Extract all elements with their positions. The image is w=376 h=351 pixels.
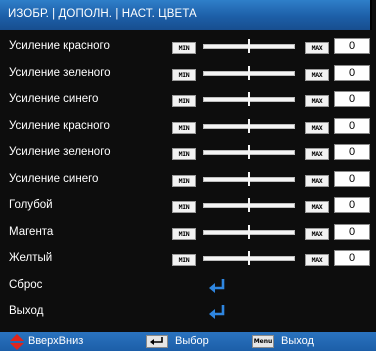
value-box: 0 [334,250,370,266]
min-icon: MIN [172,254,196,266]
menu-header: ИЗОБР. | ДОПОЛН. | НАСТ. ЦВЕТА [0,0,372,30]
action-label: Сброс [9,278,43,291]
slider-thumb[interactable] [248,224,250,239]
hint-updown-label: ВверхВниз [28,335,84,347]
min-icon: MIN [172,121,196,134]
slider-row[interactable]: Магента MIN MAX 0 [0,220,370,247]
setting-label: Усиление синего [9,172,99,185]
min-icon: MIN [172,148,196,160]
settings-list: Усиление красного MIN MAX 0 Усиление зеленог… [0,34,370,326]
osd-menu: ИЗОБР. | ДОПОЛН. | НАСТ. ЦВЕТА Усиление … [0,0,376,351]
value-box: 0 [334,223,370,240]
value-box: 0 [334,144,370,160]
slider-thumb[interactable] [248,198,250,212]
slider-thumb[interactable] [248,145,250,159]
setting-label: Усиление красного [9,40,110,52]
hint-exit: Menu Выход [252,332,352,351]
setting-label: Усиление красного [9,119,110,132]
slider-row[interactable]: Усиление синего MIN MAX 0 [0,167,370,194]
setting-label: Усиление зеленого [9,66,111,79]
min-icon: MIN [172,42,196,54]
max-icon: MAX [305,201,329,213]
value-box: 0 [334,64,370,81]
max-icon: MAX [305,254,329,266]
enter-arrow-icon[interactable] [208,278,226,294]
value-box: 0 [334,197,370,213]
max-icon: MAX [305,227,329,240]
slider-row[interactable]: Усиление зеленого MIN MAX 0 [0,61,370,88]
hint-updown: ВверхВниз [8,332,128,351]
enter-key-icon [146,335,168,348]
min-icon: MIN [172,95,196,107]
slider-thumb[interactable] [248,251,250,265]
action-row[interactable]: Сброс [0,273,370,300]
setting-label: Голубой [9,199,53,211]
value-box: 0 [334,117,370,134]
hint-bar: ВверхВниз Выбор Menu Выход [0,332,376,351]
slider-thumb[interactable] [248,171,250,186]
max-icon: MAX [305,68,329,81]
max-icon: MAX [305,95,329,107]
hint-exit-label: Выход [281,335,314,347]
slider-row[interactable]: Усиление красного MIN MAX 0 [0,114,370,141]
slider-thumb[interactable] [248,118,250,133]
setting-label: Усиление синего [9,93,99,105]
min-icon: MIN [172,68,196,81]
max-icon: MAX [305,121,329,134]
min-icon: MIN [172,174,196,187]
value-box: 0 [334,38,370,54]
hint-select-label: Выбор [175,335,209,347]
slider-thumb[interactable] [248,92,250,106]
slider-row[interactable]: Голубой MIN MAX 0 [0,193,370,220]
slider-row[interactable]: Усиление синего MIN MAX 0 [0,87,370,114]
slider-row[interactable]: Усиление зеленого MIN MAX 0 [0,140,370,167]
action-row[interactable]: Выход [0,299,370,326]
max-icon: MAX [305,174,329,187]
min-icon: MIN [172,227,196,240]
max-icon: MAX [305,42,329,54]
setting-label: Усиление зеленого [9,146,111,158]
slider-thumb[interactable] [248,65,250,80]
slider-thumb[interactable] [248,39,250,53]
enter-arrow-icon[interactable] [208,304,226,320]
min-icon: MIN [172,201,196,213]
setting-label: Желтый [9,252,53,264]
slider-row[interactable]: Усиление красного MIN MAX 0 [0,34,370,61]
menu-key-icon: Menu [252,335,274,348]
hint-select: Выбор [146,332,236,351]
menu-breadcrumb-title: ИЗОБР. | ДОПОЛН. | НАСТ. ЦВЕТА [8,8,197,20]
slider-row[interactable]: Желтый MIN MAX 0 [0,246,370,273]
action-label: Выход [9,305,44,317]
value-box: 0 [334,91,370,107]
max-icon: MAX [305,148,329,160]
setting-label: Магента [9,225,54,238]
updown-arrow-icon [10,334,24,350]
value-box: 0 [334,170,370,187]
